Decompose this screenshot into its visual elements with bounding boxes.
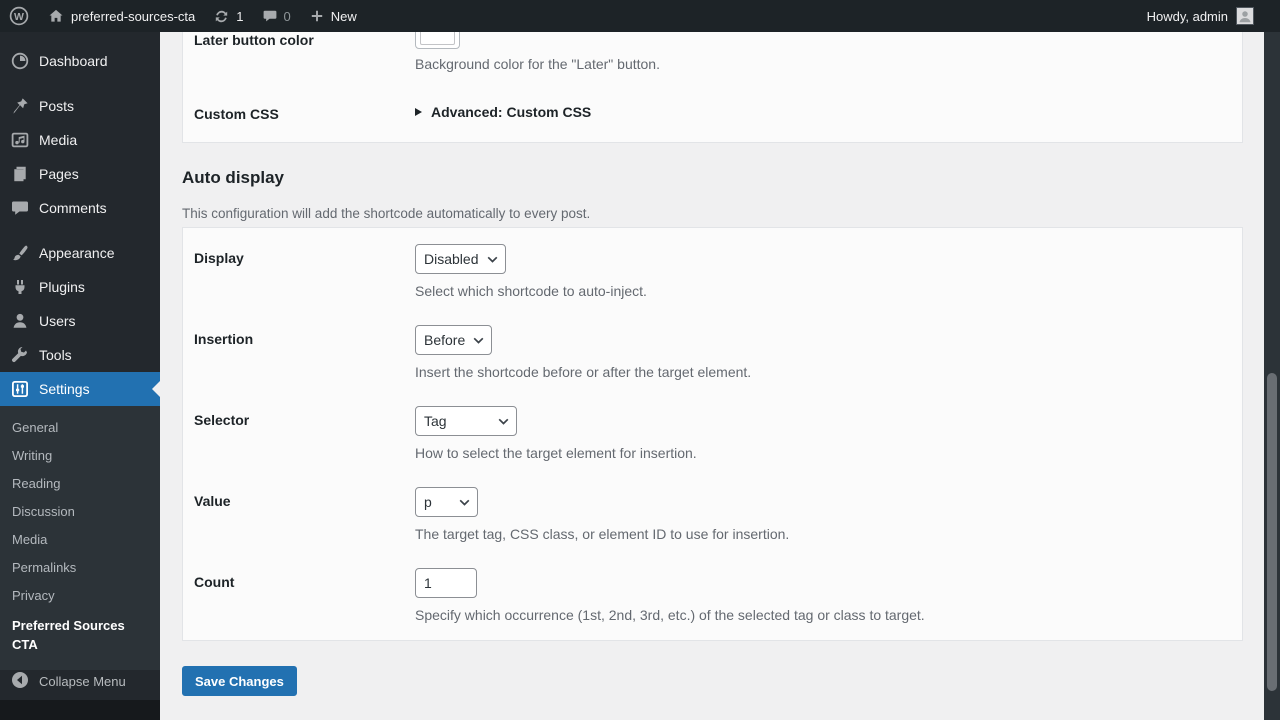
count-label: Count [194, 574, 235, 590]
selector-description: How to select the target element for ins… [415, 445, 697, 461]
collapse-arrow-icon [10, 670, 30, 693]
wp-logo-menu[interactable]: W [0, 0, 38, 32]
sidebar-item-label: Users [39, 313, 76, 329]
submenu-item-writing[interactable]: Writing [0, 442, 160, 470]
sidebar-bottom-band [0, 700, 160, 720]
comment-bubble-icon [10, 198, 30, 218]
menu-separator [0, 225, 160, 236]
custom-css-label: Custom CSS [194, 106, 279, 122]
sidebar-item-label: Settings [39, 381, 90, 397]
scrollbar-thumb[interactable] [1267, 373, 1277, 691]
insertion-field-row: Insertion Before Insert the shortcode be… [194, 309, 1242, 390]
sidebar-item-label: Tools [39, 347, 72, 363]
auto-display-settings-card: Display Disabled Select which shortcode … [182, 227, 1243, 641]
menu-separator [0, 78, 160, 89]
media-icon [10, 130, 30, 150]
display-description: Select which shortcode to auto-inject. [415, 283, 647, 299]
sidebar-item-posts[interactable]: Posts [0, 89, 160, 123]
sidebar-item-dashboard[interactable]: Dashboard [0, 44, 160, 78]
pages-icon [10, 164, 30, 184]
scrollbar-track[interactable] [1264, 32, 1280, 720]
wrench-icon [10, 345, 30, 365]
count-input[interactable] [415, 568, 477, 598]
collapse-menu-label: Collapse Menu [39, 673, 126, 689]
submenu-item-discussion[interactable]: Discussion [0, 498, 160, 526]
submenu-item-privacy[interactable]: Privacy [0, 582, 160, 610]
value-field-row: Value p The target tag, CSS class, or el… [194, 471, 1242, 552]
sidebar-item-settings[interactable]: Settings [0, 372, 160, 406]
comments-bubble-icon [262, 8, 278, 24]
selector-field-row: Selector Tag How to select the target el… [194, 390, 1242, 471]
sidebar-item-users[interactable]: Users [0, 304, 160, 338]
user-icon [10, 311, 30, 331]
updates-link[interactable]: 1 [204, 0, 252, 32]
settings-page-content: Later button color Background color for … [160, 0, 1280, 720]
submenu-item-general[interactable]: General [0, 414, 160, 442]
submenu-item-reading[interactable]: Reading [0, 470, 160, 498]
insertion-label: Insertion [194, 331, 254, 347]
new-content-menu[interactable]: New [300, 0, 366, 32]
sidebar-item-comments[interactable]: Comments [0, 191, 160, 225]
value-select[interactable]: p [415, 487, 478, 517]
new-label: New [330, 8, 357, 24]
updates-count: 1 [236, 8, 244, 24]
pushpin-icon [10, 96, 30, 116]
site-name-link[interactable]: preferred-sources-cta [38, 0, 204, 32]
avatar[interactable] [1236, 7, 1254, 25]
admin-bar: W preferred-sources-cta 1 0 New Howdy, a… [0, 0, 1280, 32]
sidebar-item-pages[interactable]: Pages [0, 157, 160, 191]
insertion-select[interactable]: Before [415, 325, 492, 355]
details-marker-icon [415, 108, 422, 116]
plug-icon [10, 277, 30, 297]
advanced-custom-css-toggle[interactable]: Advanced: Custom CSS [415, 104, 1242, 120]
admin-menu-sidebar: Dashboard Posts Media Pages Comments App… [0, 32, 160, 720]
submenu-item-permalinks[interactable]: Permalinks [0, 554, 160, 582]
comments-count: 0 [283, 8, 291, 24]
count-field-row: Count Specify which occurrence (1st, 2nd… [194, 552, 1242, 633]
value-label: Value [194, 493, 231, 509]
collapse-menu-button[interactable]: Collapse Menu [0, 664, 160, 698]
sidebar-item-tools[interactable]: Tools [0, 338, 160, 372]
appearance-settings-card: Later button color Background color for … [182, 20, 1243, 143]
display-field-row: Display Disabled Select which shortcode … [194, 228, 1242, 309]
sidebar-item-label: Plugins [39, 279, 85, 295]
display-select[interactable]: Disabled [415, 244, 506, 274]
count-description: Specify which occurrence (1st, 2nd, 3rd,… [415, 607, 925, 623]
wp-logo-letter: W [14, 11, 24, 23]
value-description: The target tag, CSS class, or element ID… [415, 526, 790, 542]
sidebar-item-plugins[interactable]: Plugins [0, 270, 160, 304]
settings-submenu: General Writing Reading Discussion Media… [0, 406, 160, 670]
save-changes-button[interactable]: Save Changes [182, 666, 297, 696]
wordpress-logo-icon: W [9, 6, 29, 26]
paintbrush-icon [10, 243, 30, 263]
dashboard-icon [10, 51, 30, 71]
site-name: preferred-sources-cta [71, 8, 196, 24]
later-button-color-description: Background color for the "Later" button. [415, 56, 660, 72]
settings-sliders-icon [10, 379, 30, 399]
home-icon [47, 7, 65, 25]
advanced-custom-css-summary: Advanced: Custom CSS [431, 104, 592, 120]
insertion-description: Insert the shortcode before or after the… [415, 364, 752, 380]
sidebar-item-label: Dashboard [39, 53, 108, 69]
sidebar-item-media[interactable]: Media [0, 123, 160, 157]
auto-display-heading: Auto display [182, 168, 285, 187]
sidebar-item-label: Pages [39, 166, 79, 182]
updates-icon [213, 8, 230, 25]
sidebar-item-label: Comments [39, 200, 107, 216]
plus-icon [309, 8, 325, 24]
sidebar-item-label: Appearance [39, 245, 115, 261]
sidebar-item-appearance[interactable]: Appearance [0, 236, 160, 270]
submenu-item-media[interactable]: Media [0, 526, 160, 554]
comments-link[interactable]: 0 [253, 0, 300, 32]
sidebar-item-label: Media [39, 132, 78, 148]
display-label: Display [194, 250, 244, 266]
selector-label: Selector [194, 412, 250, 428]
submenu-item-preferred-sources-cta[interactable]: Preferred Sources CTA [0, 610, 160, 662]
sidebar-item-label: Posts [39, 98, 75, 114]
selector-select[interactable]: Tag [415, 406, 517, 436]
auto-display-description: This configuration will add the shortcod… [182, 206, 591, 221]
custom-css-row: Custom CSS Advanced: Custom CSS [194, 104, 1242, 122]
howdy-account-link[interactable]: Howdy, admin [1147, 9, 1228, 24]
